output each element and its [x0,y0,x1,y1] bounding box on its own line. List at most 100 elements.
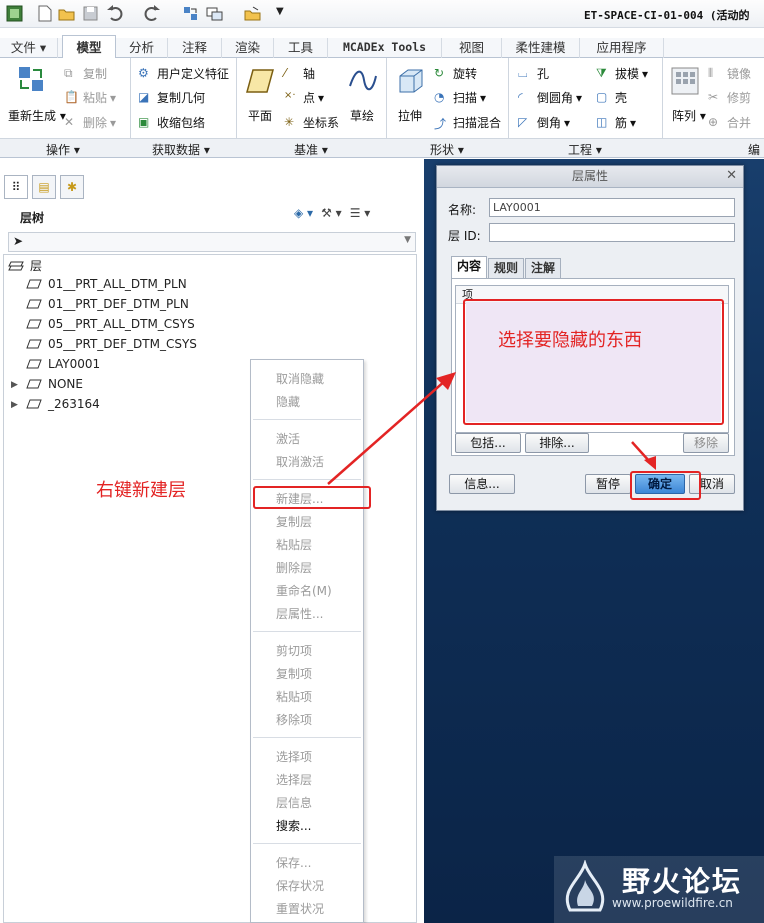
group-get-data[interactable]: 获取数据 ▾ [152,141,210,158]
tab-view[interactable]: 视图 [442,38,502,58]
csys-button[interactable]: ✳ 坐标系 [284,114,339,131]
regenerate-button[interactable]: 重新生成 ▾ [8,107,66,124]
copy-button[interactable]: ⧉ 复制 [64,65,107,82]
hole-button[interactable]: ⌴ 孔 [518,65,549,82]
draft-button[interactable]: ⧩ 拔模 ▾ [596,65,648,82]
remove-button[interactable]: 移除 [683,433,729,453]
undo-icon[interactable] [106,5,123,22]
tab-mcadex-tools[interactable]: MCADEx Tools [328,38,442,58]
group-shapes[interactable]: 形状 ▾ [430,141,464,158]
pattern-big-icon[interactable] [670,66,700,96]
name-field[interactable]: LAY0001 [489,198,735,217]
open-folder-icon[interactable] [58,5,75,22]
menu-item-layer-properties[interactable]: 层属性... [276,605,323,622]
menu-item-select-items[interactable]: 选择项 [276,748,312,765]
menu-item-activate[interactable]: 激活 [276,430,300,447]
tab-favorites[interactable]: ✱ [60,175,84,199]
tab-folder-browser[interactable]: ▤ [32,175,56,199]
pattern-button[interactable]: 阵列 ▾ [672,107,706,124]
exclude-button[interactable]: 排除... [525,433,589,453]
tab-model[interactable]: 模型 [62,35,116,59]
tab-model-tree[interactable]: ⠿ [4,175,28,199]
plane-big-icon[interactable] [245,66,275,96]
menu-item-search[interactable]: 搜索... [276,817,311,834]
menu-item-rename[interactable]: 重命名(M) [276,582,332,599]
udf-button[interactable]: ⚙ 用户定义特征 [138,65,229,82]
menu-item-unhide[interactable]: 取消隐藏 [276,370,324,387]
regenerate-big-icon[interactable] [16,64,46,94]
expand-arrow-icon[interactable]: ▶ [11,400,18,410]
group-editing[interactable]: 编 [748,141,760,158]
tab-analysis[interactable]: 分析 [116,38,168,58]
save-icon[interactable] [82,5,99,22]
tab-applications[interactable]: 应用程序 [580,38,664,58]
tree-item-layer[interactable]: 05__PRT_ALL_DTM_CSYS [26,317,195,331]
delete-button[interactable]: ✕ 删除 ▾ [64,114,116,131]
redo-icon[interactable] [144,5,161,22]
group-engineering[interactable]: 工程 ▾ [568,141,602,158]
mirror-button[interactable]: ⫴ 镜像 [708,65,751,82]
new-file-icon[interactable] [36,5,53,22]
tab-file[interactable]: 文件 ▾ [0,38,58,58]
tree-item-layer[interactable]: LAY0001 [26,357,100,371]
tab-contents[interactable]: 内容 [451,256,488,278]
tree-item-layer[interactable]: 01__PRT_ALL_DTM_PLN [26,277,187,291]
menu-item-delete-layer[interactable]: 删除层 [276,559,312,576]
menu-item-deactivate[interactable]: 取消激活 [276,453,324,470]
point-button[interactable]: ×· 点 ▾ [284,89,324,106]
tab-rules[interactable]: 规则 [488,258,525,278]
menu-item-save-status[interactable]: 保存状况 [276,877,324,894]
windows-icon[interactable] [206,5,223,22]
menu-item-remove-item[interactable]: 移除项 [276,711,312,728]
extrude-big-icon[interactable] [396,66,426,96]
shell-button[interactable]: ▢ 壳 [596,89,627,106]
sketch-big-icon[interactable] [348,66,378,96]
qat-customize-arrow[interactable]: ▼ [276,6,284,17]
shrinkwrap-button[interactable]: ▣ 收缩包络 [138,114,205,131]
tab-notes[interactable]: 注解 [525,258,562,278]
paste-button[interactable]: 📋 粘贴 ▾ [64,89,116,106]
layers-icon[interactable]: ◈ ▾ [294,206,313,220]
tree-item-layer[interactable]: _263164 [26,397,100,411]
tree-item-layer[interactable]: NONE [26,377,83,391]
menu-item-reset-status[interactable]: 重置状况 [276,900,324,917]
tab-flexible-modeling[interactable]: 柔性建模 [502,38,580,58]
regenerate-icon[interactable] [182,5,199,22]
plane-button[interactable]: 平面 [248,107,272,124]
settings-list-icon[interactable]: ☰ ▾ [350,206,371,220]
info-button[interactable]: 信息... [449,474,515,494]
close-window-icon[interactable] [244,5,261,22]
tab-tools[interactable]: 工具 [274,38,328,58]
tab-render[interactable]: 渲染 [222,38,274,58]
revolve-button[interactable]: ↻ 旋转 [434,65,477,82]
round-button[interactable]: ◜ 倒圆角 ▾ [518,89,582,106]
tools-icon[interactable]: ⚒ ▾ [321,206,342,220]
tree-item-layer[interactable]: 05__PRT_DEF_DTM_CSYS [26,337,197,351]
include-button[interactable]: 包括... [455,433,521,453]
pause-button[interactable]: 暂停 [585,474,631,494]
swept-blend-button[interactable]: ⤴ 扫描混合 [434,114,501,131]
axis-button[interactable]: ⁄ 轴 [284,65,315,82]
menu-item-hide[interactable]: 隐藏 [276,393,300,410]
group-datum[interactable]: 基准 ▾ [294,141,328,158]
menu-item-select-layers[interactable]: 选择层 [276,771,312,788]
layer-id-field[interactable] [489,223,735,242]
rib-button[interactable]: ◫ 筋 ▾ [596,114,636,131]
expand-arrow-icon[interactable]: ▶ [11,380,18,390]
trim-button[interactable]: ✂ 修剪 [708,89,751,106]
menu-item-layer-info[interactable]: 层信息 [276,794,312,811]
menu-item-save[interactable]: 保存... [276,854,311,871]
menu-item-copy-layer[interactable]: 复制层 [276,513,312,530]
tree-root-layers[interactable]: 层 [8,257,42,274]
menu-item-cut-item[interactable]: 剪切项 [276,642,312,659]
extrude-button[interactable]: 拉伸 [398,107,422,124]
menu-item-copy-item[interactable]: 复制项 [276,665,312,682]
sketch-button[interactable]: 草绘 [350,107,374,124]
close-icon[interactable]: ✕ [726,168,737,183]
menu-item-paste-item[interactable]: 粘贴项 [276,688,312,705]
merge-button[interactable]: ⊕ 合并 [708,114,751,131]
tree-item-layer[interactable]: 01__PRT_DEF_DTM_PLN [26,297,189,311]
copy-geometry-button[interactable]: ◪ 复制几何 [138,89,205,106]
tree-filter-bar[interactable]: ➤ ▼ [8,232,416,252]
menu-item-paste-layer[interactable]: 粘贴层 [276,536,312,553]
